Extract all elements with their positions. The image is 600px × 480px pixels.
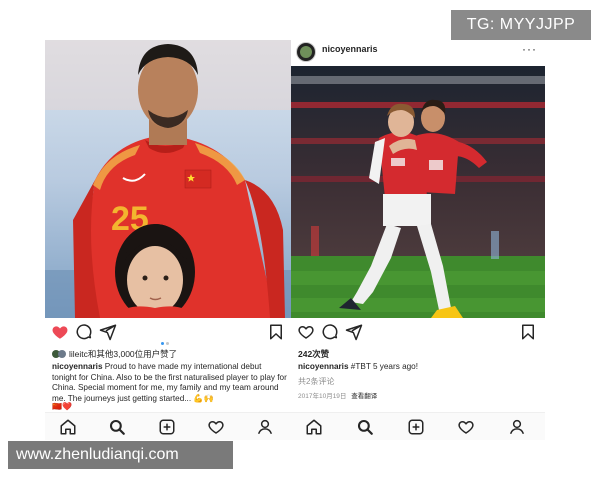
post-photo-left[interactable]: 25 [45,40,291,318]
caption-emoji: 💪🙌 [193,393,214,403]
more-options-icon[interactable]: ··· [522,42,537,56]
post-header: nicoyennaris ··· [291,40,545,66]
post-caption-right: nicoyennaris #TBT 5 years ago! [298,362,542,373]
screenshot-collage: 25 lileitc和其他3,000位用户赞了 nicoyennaris Pro… [0,0,600,480]
liked-by-text: lileitc和其他3,000位用户赞了 [69,349,178,359]
send-icon[interactable] [99,323,117,341]
profile-icon[interactable] [256,418,274,436]
bottom-tab-bar-left [45,412,291,440]
home-icon[interactable] [59,418,77,436]
add-icon[interactable] [158,418,176,436]
caption-flags: 🇨🇳❤️ [52,402,72,411]
watermark-top: TG: MYYJJPP [451,10,591,40]
post-photo-right[interactable] [291,66,545,318]
activity-icon[interactable] [457,418,475,436]
caption-username[interactable]: nicoyennaris [298,362,349,371]
profile-icon[interactable] [508,418,526,436]
bottom-tab-bar-right [291,412,545,440]
heart-outline-icon[interactable] [297,323,315,341]
home-icon[interactable] [305,418,323,436]
instagram-post-left: 25 lileitc和其他3,000位用户赞了 nicoyennaris Pro… [45,40,291,440]
caption-text: #TBT 5 years ago! [350,362,418,371]
translate-link[interactable]: 查看翻译 [351,393,377,400]
heart-filled-icon[interactable] [51,323,69,341]
activity-icon[interactable] [207,418,225,436]
search-icon[interactable] [356,418,374,436]
comment-icon[interactable] [321,323,339,341]
bookmark-icon[interactable] [267,323,285,341]
avatar[interactable] [296,42,316,62]
comment-icon[interactable] [75,323,93,341]
like-count[interactable]: 242次赞 [298,348,329,360]
carousel-dot-active [161,342,164,345]
post-date: 2017年10月19日 [298,393,347,400]
carousel-dot [166,342,169,345]
add-icon[interactable] [407,418,425,436]
caption-username[interactable]: nicoyennaris [52,362,103,371]
watermark-bottom: www.zhenludianqi.com [8,441,233,469]
action-bar-right [291,321,545,343]
post-caption-left: nicoyennaris Proud to have made my inter… [52,362,288,404]
bookmark-icon[interactable] [519,323,537,341]
send-icon[interactable] [345,323,363,341]
instagram-post-right: nicoyennaris ··· 242次赞 nicoyennaris #TBT… [291,40,545,440]
header-username[interactable]: nicoyennaris [322,44,378,54]
liker-avatar [58,350,66,358]
post-meta: 2017年10月19日 查看翻译 [298,390,377,400]
liked-by-line[interactable]: lileitc和其他3,000位用户赞了 [52,348,177,360]
search-icon[interactable] [108,418,126,436]
view-comments-link[interactable]: 共2条评论 [298,376,334,387]
